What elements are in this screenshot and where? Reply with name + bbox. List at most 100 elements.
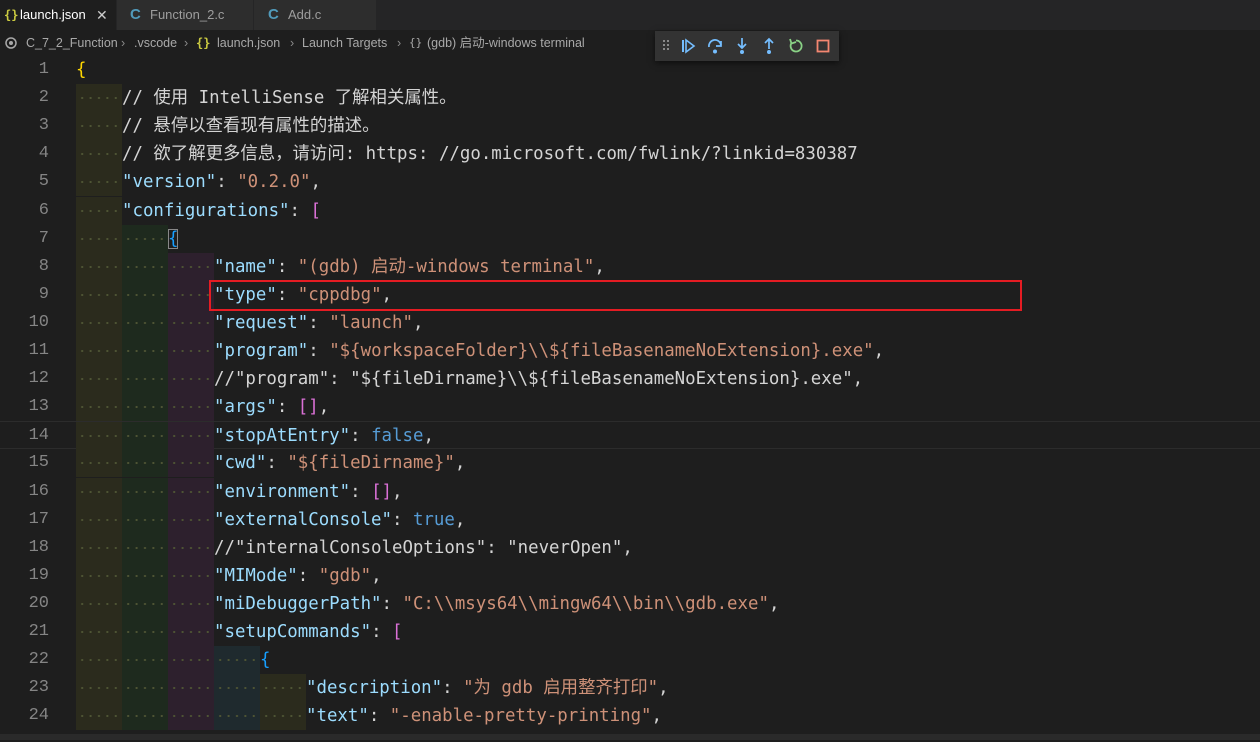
horizontal-scrollbar[interactable] bbox=[0, 732, 1260, 742]
code-token: "-enable-pretty-printing" bbox=[389, 706, 652, 727]
editor-tab-bar: {} launch.json ✕ C Function_2.c C Add.c bbox=[0, 0, 1260, 30]
breadcrumb-subfolder[interactable]: .vscode bbox=[134, 30, 177, 56]
code-line[interactable]: 14 "stopAtEntry": false, bbox=[0, 421, 1260, 451]
code-token: { bbox=[76, 60, 87, 80]
object-braces-icon: {} bbox=[409, 36, 423, 49]
code-line[interactable]: 17 "externalConsole": true, bbox=[0, 505, 1260, 534]
code-line[interactable]: 4 // 欲了解更多信息，请访问: https: //go.microsoft.c… bbox=[0, 140, 1260, 169]
line-number: 4 bbox=[38, 144, 49, 164]
code-token: "setupCommands" bbox=[214, 622, 372, 642]
step-out-icon[interactable] bbox=[760, 37, 778, 55]
step-over-icon[interactable] bbox=[706, 37, 724, 55]
code-token: { bbox=[168, 228, 179, 249]
code-token: , bbox=[454, 509, 466, 530]
code-line[interactable]: 19 "MIMode": "gdb", bbox=[0, 561, 1260, 590]
drag-handle-icon[interactable] bbox=[663, 40, 671, 52]
indent-guide bbox=[76, 337, 122, 365]
code-line[interactable]: 15 "cwd": "${fileDirname}", bbox=[0, 449, 1260, 478]
code-text: "description": "为 gdb 启用整齐打印", bbox=[306, 674, 669, 702]
code-token: : bbox=[392, 509, 413, 530]
code-editor[interactable]: 1{2// 使用 IntelliSense 了解相关属性。 3// 悬停以查看现有… bbox=[0, 56, 1260, 742]
code-token: , bbox=[310, 172, 321, 193]
code-token: [ bbox=[310, 200, 321, 221]
code-line[interactable]: 2 // 使用 IntelliSense 了解相关属性。 bbox=[0, 84, 1260, 113]
code-line[interactable]: 16 "environment": [], bbox=[0, 477, 1260, 506]
line-number: 21 bbox=[28, 622, 49, 641]
tab-function-2-c[interactable]: C Function_2.c bbox=[117, 0, 254, 30]
indent-guide bbox=[76, 252, 122, 281]
breadcrumb-file[interactable]: launch.json bbox=[217, 30, 280, 56]
breadcrumb-section[interactable]: Launch Targets bbox=[302, 30, 387, 56]
code-line[interactable]: 23 "description": "为 gdb 启用整齐打印", bbox=[0, 674, 1260, 703]
code-line[interactable]: 21 "setupCommands": [ bbox=[0, 618, 1260, 646]
code-token: , bbox=[392, 481, 403, 502]
c-file-icon: C bbox=[130, 6, 141, 23]
restart-icon[interactable] bbox=[787, 37, 805, 55]
code-line[interactable]: 6 "configurations": [ bbox=[0, 196, 1260, 225]
indent-guide bbox=[76, 168, 122, 197]
code-line[interactable]: 12 //"program": "${fileDirname}\\${fileBa… bbox=[0, 365, 1260, 394]
code-token: : bbox=[289, 200, 311, 221]
code-text: //"internalConsoleOptions": "neverOpen", bbox=[214, 534, 633, 562]
code-token: "text" bbox=[306, 706, 369, 727]
code-token: //"program": "${fileDirname}\\${fileBase… bbox=[214, 369, 864, 390]
chevron-right-icon: › bbox=[397, 36, 402, 50]
code-line[interactable]: 5 "version": "0.2.0", bbox=[0, 168, 1260, 197]
indent-guide bbox=[122, 618, 168, 646]
line-number: 19 bbox=[28, 565, 49, 585]
code-line[interactable]: 10 "request": "launch", bbox=[0, 308, 1260, 337]
code-line[interactable]: 22 { bbox=[0, 646, 1260, 675]
code-token: "launch" bbox=[329, 312, 413, 333]
indent-guide bbox=[122, 280, 168, 309]
breadcrumb-folder[interactable]: C_7_2_Function bbox=[26, 30, 118, 56]
indent-guide bbox=[76, 449, 122, 478]
code-line[interactable]: 24 "text": "-enable-pretty-printing", bbox=[0, 702, 1260, 731]
tab-add-c[interactable]: C Add.c bbox=[254, 0, 377, 30]
code-token: // 欲了解更多信息，请访问: https: //go.microsoft.co… bbox=[122, 144, 858, 165]
breadcrumb-item[interactable]: (gdb) 启动-windows terminal bbox=[427, 30, 585, 56]
code-line[interactable]: 20 "miDebuggerPath": "C:\\msys64\\mingw64… bbox=[0, 589, 1260, 618]
indent-guide bbox=[168, 561, 214, 590]
scrollbar-thumb[interactable] bbox=[0, 734, 1260, 740]
code-token: , bbox=[873, 341, 885, 361]
step-into-icon[interactable] bbox=[733, 37, 751, 55]
code-line[interactable]: 1{ bbox=[0, 56, 1260, 84]
indent-guide bbox=[76, 140, 122, 169]
indent-guide bbox=[76, 393, 122, 422]
indent-guide bbox=[168, 393, 214, 422]
code-token: , bbox=[454, 453, 466, 474]
code-line[interactable]: 7{ bbox=[0, 224, 1260, 253]
code-line[interactable]: 8 "name": "(gdb) 启动-windows terminal", bbox=[0, 252, 1260, 281]
line-number: 16 bbox=[28, 481, 49, 501]
indent-guide bbox=[122, 505, 168, 534]
code-token: "stopAtEntry" bbox=[214, 426, 351, 447]
code-token: [ bbox=[392, 622, 403, 642]
indent-guide bbox=[214, 674, 260, 703]
close-tab-icon[interactable]: ✕ bbox=[96, 0, 108, 30]
code-line[interactable]: 18 //"internalConsoleOptions": "neverOpen… bbox=[0, 533, 1260, 562]
tab-launch-json[interactable]: {} launch.json ✕ bbox=[0, 0, 117, 30]
code-token: "cwd" bbox=[214, 453, 267, 474]
continue-icon[interactable] bbox=[679, 37, 697, 55]
chevron-right-icon: › bbox=[290, 36, 295, 50]
code-token: : bbox=[266, 453, 288, 474]
stop-icon[interactable] bbox=[814, 37, 832, 55]
code-token: : bbox=[368, 706, 390, 727]
code-line[interactable]: 3 // 悬停以查看现有属性的描述。 bbox=[0, 112, 1260, 141]
indent-guide bbox=[122, 393, 168, 422]
code-token: "version" bbox=[122, 172, 217, 193]
indent-guide bbox=[122, 224, 168, 253]
code-token: "${fileDirname}" bbox=[287, 453, 455, 474]
indent-guide bbox=[76, 533, 122, 562]
indent-guide bbox=[76, 280, 122, 309]
code-line[interactable]: 13 "args": [], bbox=[0, 393, 1260, 422]
indent-guide bbox=[122, 702, 168, 731]
code-token: : bbox=[442, 678, 464, 699]
code-line[interactable]: 11 "program": "${workspaceFolder}\\${file… bbox=[0, 337, 1260, 365]
chevron-right-icon: › bbox=[121, 36, 126, 50]
json-braces-icon: {} bbox=[196, 36, 211, 50]
code-token: "request" bbox=[214, 312, 309, 333]
code-token: "args" bbox=[214, 397, 277, 418]
code-token: //"internalConsoleOptions": "neverOpen", bbox=[214, 537, 633, 558]
code-token: : bbox=[350, 481, 372, 502]
